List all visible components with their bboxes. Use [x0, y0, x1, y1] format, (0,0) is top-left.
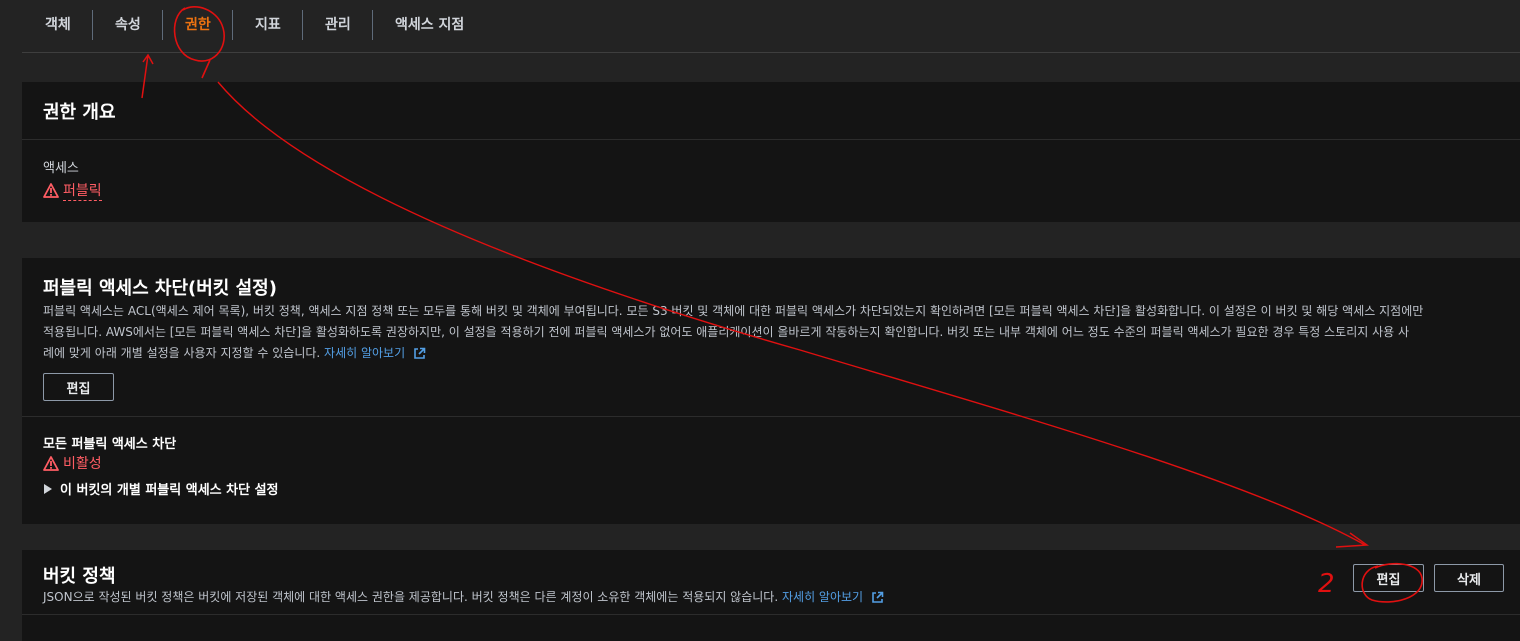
tab-separator: [372, 10, 373, 40]
warning-icon: [43, 183, 59, 198]
bucket-policy-edit-button[interactable]: 편집: [1353, 564, 1424, 592]
divider: [22, 139, 1520, 140]
warning-icon: [43, 455, 59, 471]
description-line: 적용됩니다. AWS에서는 [모든 퍼블릭 액세스 차단]을 활성화하도록 권장…: [43, 325, 1410, 339]
caret-right-icon: [44, 483, 52, 494]
learn-more-link[interactable]: 자세히 알아보기: [782, 590, 863, 604]
annotation-stroke: [201, 59, 211, 79]
block-public-access-panel: 퍼블릭 액세스 차단(버킷 설정) 퍼블릭 액세스는 ACL(액세스 제어 목록…: [22, 258, 1520, 524]
divider: [22, 416, 1520, 417]
bucket-policy-delete-button[interactable]: 삭제: [1434, 564, 1504, 592]
external-link-icon: [414, 347, 426, 359]
bucket-policy-panel: 버킷 정책 JSON으로 작성된 버킷 정책은 버킷에 저장된 객체에 대한 액…: [22, 550, 1520, 641]
block-public-access-description: 퍼블릭 액세스는 ACL(액세스 제어 목록), 버킷 정책, 액세스 지점 정…: [43, 301, 1503, 364]
access-value: 퍼블릭: [63, 180, 102, 201]
tab-permissions[interactable]: 권한: [185, 10, 211, 40]
tab-access-points[interactable]: 액세스 지점: [395, 10, 464, 40]
tab-properties[interactable]: 속성: [115, 10, 141, 40]
tab-objects[interactable]: 객체: [45, 10, 71, 40]
tab-separator: [302, 10, 303, 40]
expander-label: 이 버킷의 개별 퍼블릭 액세스 차단 설정: [60, 483, 279, 498]
description-line-last: 례에 맞게 아래 개별 설정을 사용자 지정할 수 있습니다. 자세히 알아보기: [43, 343, 1503, 364]
block-public-access-edit-button[interactable]: 편집: [43, 373, 114, 401]
permissions-overview-panel: 권한 개요 액세스 퍼블릭: [22, 82, 1520, 222]
block-all-label: 모든 퍼블릭 액세스 차단: [43, 437, 177, 452]
permissions-overview-title: 권한 개요: [43, 102, 116, 123]
tab-separator: [162, 10, 163, 40]
description-line: 례에 맞게 아래 개별 설정을 사용자 지정할 수 있습니다.: [43, 346, 321, 360]
annotation-arrow-head: [1335, 532, 1370, 548]
divider: [22, 614, 1520, 615]
bucket-policy-title: 버킷 정책: [43, 566, 116, 587]
access-label: 액세스: [43, 161, 79, 176]
tab-metrics[interactable]: 지표: [255, 10, 281, 40]
bucket-policy-description-text: JSON으로 작성된 버킷 정책은 버킷에 저장된 객체에 대한 액세스 권한을…: [43, 590, 779, 604]
learn-more-link[interactable]: 자세히 알아보기: [324, 346, 405, 360]
tab-bar: 객체 속성 권한 지표 관리 액세스 지점: [22, 0, 1520, 53]
individual-settings-expander[interactable]: 이 버킷의 개별 퍼블릭 액세스 차단 설정: [43, 479, 279, 498]
block-all-value: 비활성: [63, 456, 102, 472]
description-line: 퍼블릭 액세스는 ACL(액세스 제어 목록), 버킷 정책, 액세스 지점 정…: [43, 304, 1424, 318]
access-status: 퍼블릭: [43, 180, 102, 201]
block-all-status: 비활성: [43, 453, 102, 473]
external-link-icon: [872, 591, 884, 603]
tab-separator: [92, 10, 93, 40]
block-public-access-title: 퍼블릭 액세스 차단(버킷 설정): [43, 278, 277, 299]
tab-separator: [232, 10, 233, 40]
bucket-policy-description: JSON으로 작성된 버킷 정책은 버킷에 저장된 객체에 대한 액세스 권한을…: [43, 587, 884, 608]
tab-management[interactable]: 관리: [325, 10, 351, 40]
